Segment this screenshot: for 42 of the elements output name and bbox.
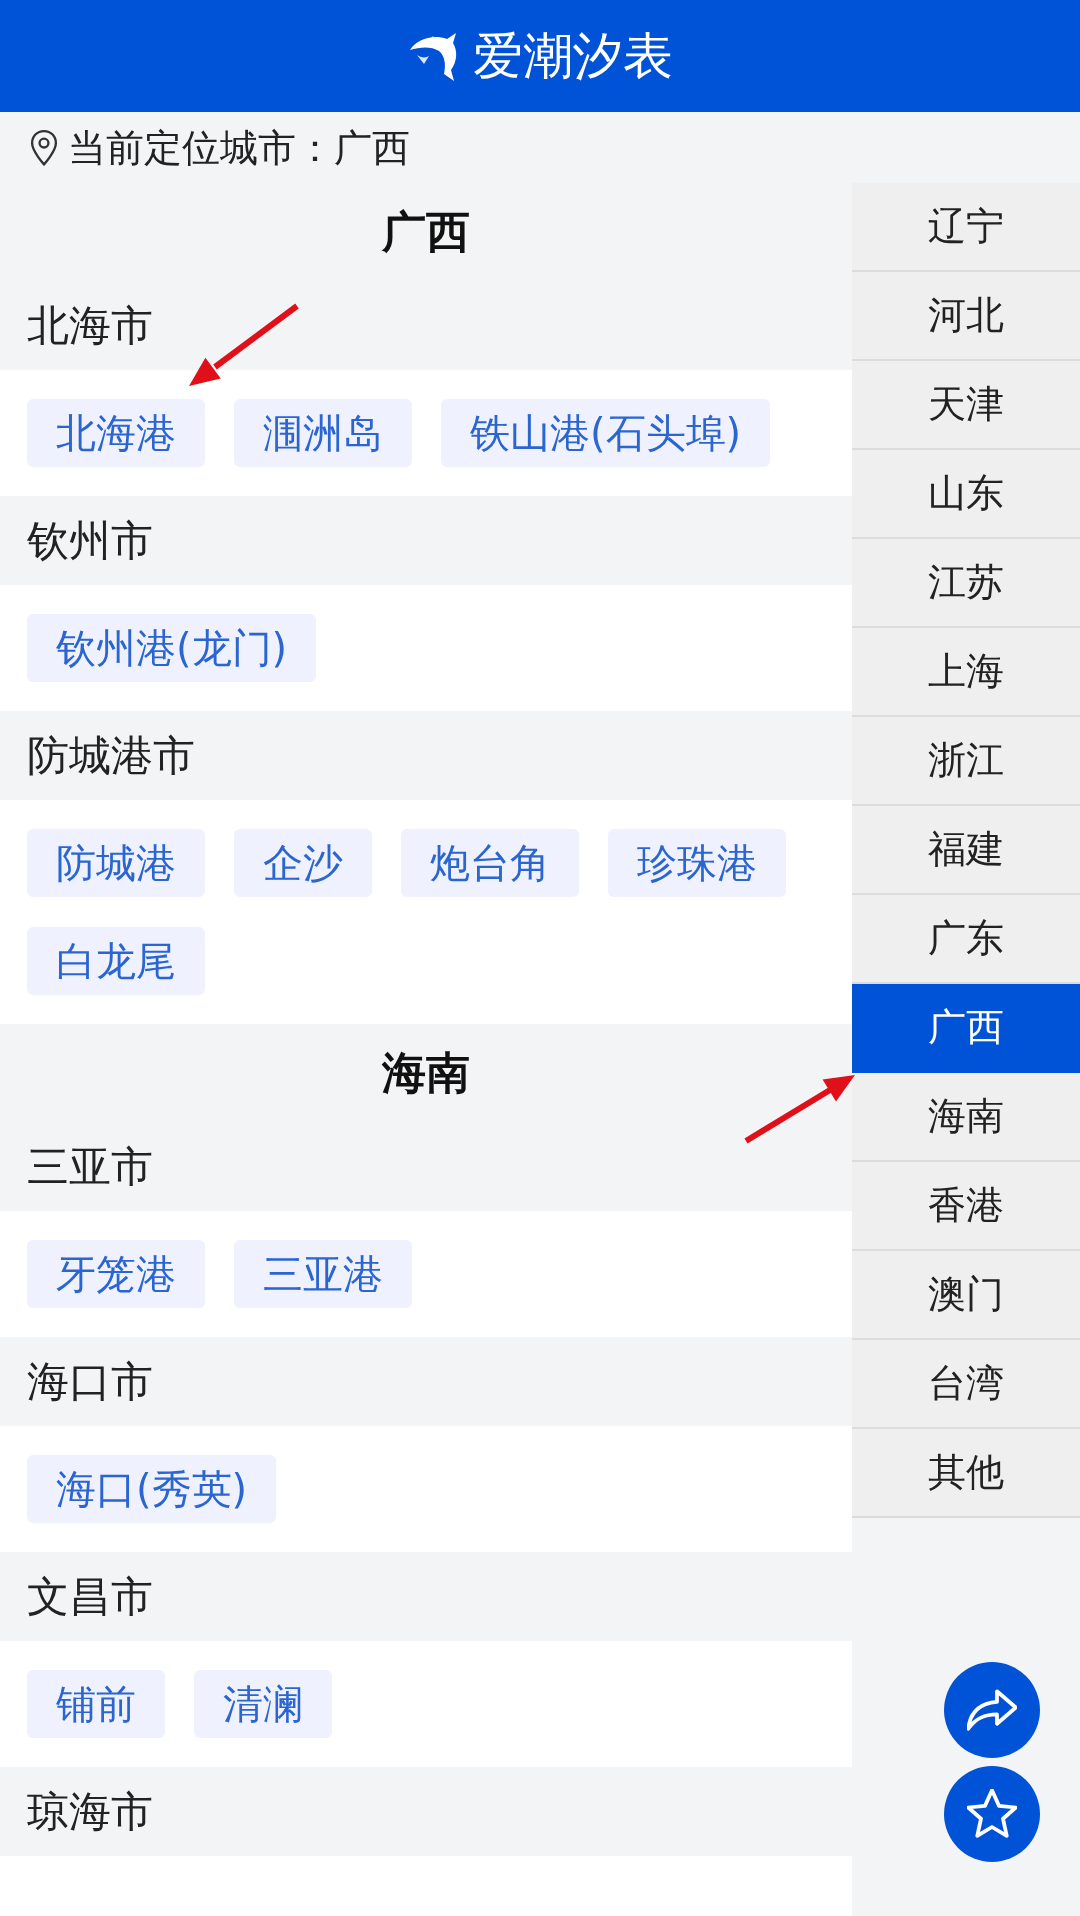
port-button[interactable]: 钦州港(龙门): [27, 614, 317, 682]
port-button[interactable]: 炮台角: [401, 829, 579, 897]
port-button[interactable]: 珍珠港: [608, 829, 786, 897]
app-title: 爱潮汐表: [473, 26, 673, 86]
location-pin-icon: [30, 128, 58, 167]
province-tab[interactable]: 其他: [852, 1429, 1080, 1518]
city-heading: 文昌市: [27, 1570, 153, 1623]
port-button[interactable]: 铁山港(石头埠): [441, 399, 771, 467]
port-button[interactable]: 防城港: [27, 829, 205, 897]
current-location-text: 当前定位城市：广西: [68, 124, 410, 171]
province-tab[interactable]: 辽宁: [852, 183, 1080, 272]
province-heading: 广西: [382, 204, 470, 259]
province-tab[interactable]: 海南: [852, 1073, 1080, 1162]
province-tab[interactable]: 江苏: [852, 539, 1080, 628]
city-heading: 钦州市: [27, 514, 153, 567]
province-tab[interactable]: 广西: [852, 984, 1080, 1073]
city-heading: 三亚市: [27, 1140, 153, 1193]
province-heading: 海南: [382, 1045, 470, 1100]
city-heading: 防城港市: [27, 729, 195, 782]
port-button[interactable]: 涠洲岛: [234, 399, 412, 467]
port-button[interactable]: 白龙尾: [27, 927, 205, 995]
city-heading: 北海市: [27, 299, 153, 352]
province-tab[interactable]: 福建: [852, 806, 1080, 895]
province-tab[interactable]: 河北: [852, 272, 1080, 361]
province-tab[interactable]: 天津: [852, 361, 1080, 450]
city-heading: 琼海市: [27, 1785, 153, 1838]
port-button[interactable]: 铺前: [27, 1670, 165, 1738]
province-tab[interactable]: 上海: [852, 628, 1080, 717]
port-button[interactable]: 企沙: [234, 829, 372, 897]
province-tab[interactable]: 澳门: [852, 1251, 1080, 1340]
port-button[interactable]: 牙笼港: [27, 1240, 205, 1308]
port-button[interactable]: 海口(秀英): [27, 1455, 277, 1523]
port-button[interactable]: 北海港: [27, 399, 205, 467]
province-tab[interactable]: 山东: [852, 450, 1080, 539]
city-heading: 海口市: [27, 1355, 153, 1408]
port-button[interactable]: 清澜: [194, 1670, 332, 1738]
province-tab[interactable]: 台湾: [852, 1340, 1080, 1429]
star-icon: [967, 1789, 1017, 1839]
province-tab[interactable]: 浙江: [852, 717, 1080, 806]
province-tab[interactable]: 香港: [852, 1162, 1080, 1251]
port-button[interactable]: 三亚港: [234, 1240, 412, 1308]
province-tab[interactable]: 广东: [852, 895, 1080, 984]
